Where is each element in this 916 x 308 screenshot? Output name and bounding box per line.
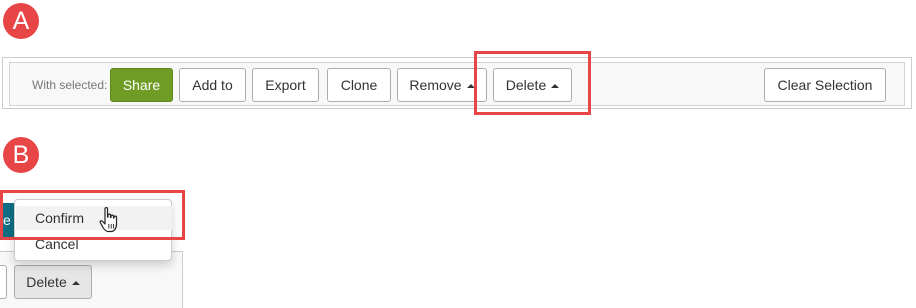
with-selected-label: With selected: (32, 78, 108, 92)
clone-button[interactable]: Clone (327, 68, 391, 102)
caret-up-icon (71, 281, 80, 285)
delete-button-label: Delete (26, 274, 67, 290)
add-to-button[interactable]: Add to (179, 68, 246, 102)
remove-button-label: Remove (409, 77, 462, 93)
step-badge-a: A (3, 3, 39, 39)
delete-dropdown-button-open[interactable]: Delete (14, 265, 92, 299)
clone-button-label: Clone (340, 77, 378, 93)
clear-selection-button-label: Clear Selection (777, 77, 873, 93)
export-button[interactable]: Export (252, 68, 319, 102)
step-badge-b: B (3, 137, 39, 173)
export-button-label: Export (265, 77, 306, 93)
confirm-highlight-box (0, 190, 185, 240)
add-to-button-label: Add to (192, 77, 233, 93)
clear-selection-button[interactable]: Clear Selection (764, 68, 886, 102)
share-button[interactable]: Share (110, 68, 173, 102)
share-button-label: Share (122, 77, 161, 93)
delete-highlight-box (474, 51, 591, 115)
hand-pointer-icon (99, 207, 118, 233)
remove-button-fragment[interactable] (0, 265, 7, 299)
